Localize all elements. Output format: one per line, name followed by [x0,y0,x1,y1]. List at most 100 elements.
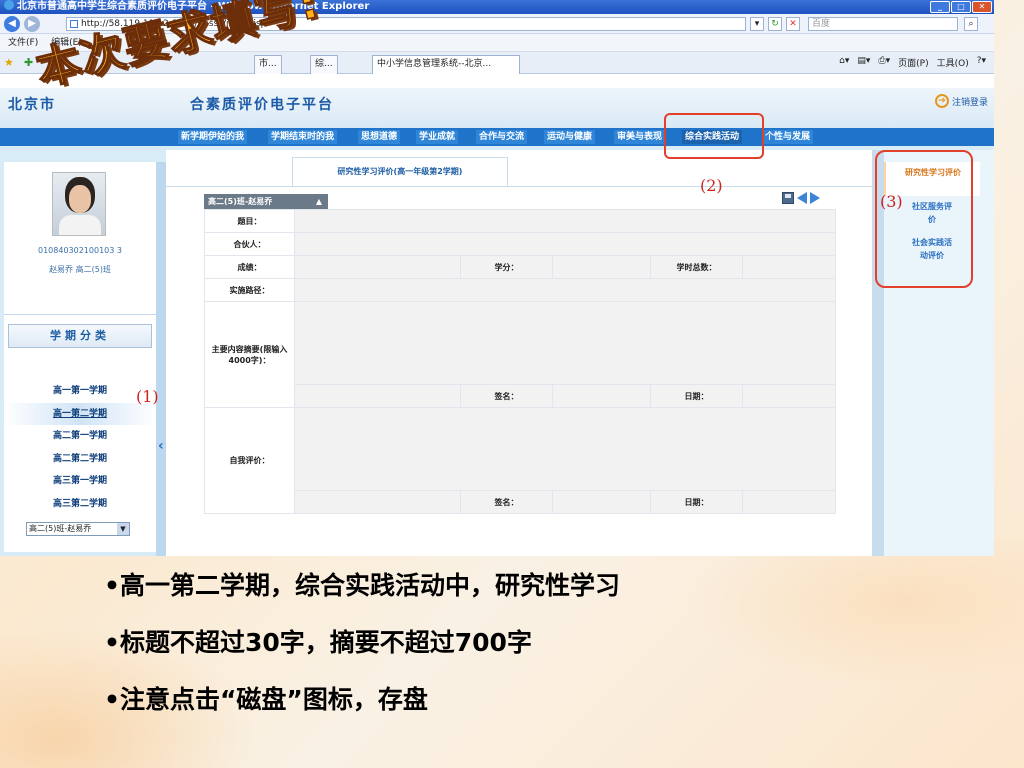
class-student-select[interactable]: 高二(5)班-赵易乔 ▼ [26,522,130,536]
nav-aesthetic[interactable]: 审美与表现 [614,130,666,144]
content-area: 010840302100103 3 赵易乔 高二(5)班 学期分类 高一第一学期… [0,146,994,556]
ie-icon [4,0,14,10]
nav-sports[interactable]: 运动与健康 [544,130,596,144]
annotation-label-1: (1) [136,387,159,406]
score-field[interactable] [294,255,461,279]
add-favorite-icon[interactable]: ✚ [24,56,33,69]
term-item-4[interactable]: 高二第二学期 [4,448,156,471]
student-id: 010840302100103 3 [38,246,122,255]
nav-personality[interactable]: 个性与发展 [762,130,814,144]
nav-term-end[interactable]: 学期结束时的我 [268,130,338,144]
form-panel: 研究性学习评价(高一年级第2学期) 高二(5)班-赵易乔 ▲ 题目： 合伙人： [166,150,872,556]
browser-window: 北京市普通高中学生综合素质评价电子平台 - Windows Internet E… [0,0,994,556]
print-icon[interactable]: ⎙▾ [878,56,890,69]
nav-new-term[interactable]: 新学期伊始的我 [178,130,248,144]
save-disk-icon[interactable] [782,192,794,204]
tools-menu[interactable]: 工具(O) [937,56,969,69]
collapse-up-icon[interactable]: ▲ [316,194,322,209]
site-title-left: 北京市 [8,97,56,113]
student-photo [52,172,106,236]
search-input[interactable]: 百度 [808,17,958,31]
help-icon[interactable]: ?▾ [977,56,986,69]
self-eval-date-label: 日期： [650,490,743,514]
term-category-header: 学期分类 [8,324,152,348]
annotation-label-2: (2) [700,176,723,195]
forward-button[interactable]: ▶ [24,16,40,32]
feeds-icon[interactable]: ▤▾ [857,56,870,69]
tab-2[interactable]: 综... [310,55,338,74]
page-menu[interactable]: 页面(P) [898,56,928,69]
slide-bullets: •高一第二学期，综合实践活动中，研究性学习 •标题不超过30字，摘要不超过700… [104,566,620,737]
credit-field[interactable] [552,255,651,279]
close-button[interactable]: ✕ [972,1,992,13]
main-nav: 新学期伊始的我 学期结束时的我 思想道德 学业成就 合作与交流 运动与健康 审美… [0,128,994,146]
annotation-label-3: (3) [880,192,903,211]
site-header: 北京市 合素质评价电子平台 ➔ 注销登录 [0,88,994,128]
panel-collapse-bar[interactable] [156,162,166,556]
self-eval-label: 自我评价： [204,407,295,514]
summary-blank [294,384,461,408]
tab-1[interactable]: 市... [254,55,282,74]
self-eval-field[interactable] [294,407,836,491]
tab-3[interactable]: 中小学信息管理系统--北京... [372,55,520,74]
url-dropdown[interactable]: ▾ [750,17,764,31]
refresh-icon[interactable]: ↻ [768,17,782,31]
divider [4,314,156,315]
logout-link[interactable]: ➔ 注销登录 [934,94,988,108]
bullet-3: •注意点击“磁盘”图标，存盘 [104,685,428,714]
partner-label: 合伙人： [204,232,295,256]
term-item-1[interactable]: 高一第一学期 [4,380,156,403]
nav-academic[interactable]: 学业成就 [416,130,459,144]
minimize-button[interactable]: _ [930,1,950,13]
self-eval-sign-field[interactable] [552,490,651,514]
topic-label: 题目： [204,209,295,233]
bullet-1: •高一第二学期，综合实践活动中，研究性学习 [104,571,620,600]
term-item-3[interactable]: 高二第一学期 [4,425,156,448]
nav-moral[interactable]: 思想道德 [358,130,401,144]
partner-field[interactable] [294,232,836,256]
stop-icon[interactable]: ✕ [786,17,800,31]
self-eval-date-field[interactable] [742,490,836,514]
self-eval-blank [294,490,461,514]
credit-label: 学分： [460,255,553,279]
back-button[interactable]: ◀ [4,16,20,32]
favorites-star-icon[interactable]: ★ [4,56,14,69]
next-arrow-icon[interactable] [810,192,820,204]
annotation-box-3 [875,150,973,288]
term-list: 高一第一学期 高一第二学期 高二第一学期 高二第二学期 高三第一学期 高三第二学… [4,380,156,516]
collapse-arrow-icon[interactable]: ‹ [158,438,164,454]
research-form-table: 题目： 合伙人： 成绩： 学分： 学时总数： 实施路径： 主要内容摘要(限输入4… [204,209,836,514]
path-field[interactable] [294,278,836,302]
form-tab-line [166,186,872,187]
maximize-button[interactable]: □ [951,1,971,13]
student-tag: 高二(5)班-赵易乔 ▲ [204,194,328,209]
form-actions [782,192,820,204]
chevron-down-icon: ▼ [117,523,129,535]
summary-label: 主要内容摘要(限输入4000字)： [204,301,295,408]
score-label: 成绩： [204,255,295,279]
term-item-5[interactable]: 高三第一学期 [4,470,156,493]
topic-field[interactable] [294,209,836,233]
hours-field[interactable] [742,255,836,279]
home-icon[interactable]: ⌂▾ [839,56,849,69]
bullet-2: •标题不超过30字，摘要不超过700字 [104,628,532,657]
hours-label: 学时总数： [650,255,743,279]
site-title-right: 合素质评价电子平台 [190,97,334,113]
left-panel: 010840302100103 3 赵易乔 高二(5)班 学期分类 高一第一学期… [4,162,156,552]
term-item-2[interactable]: 高一第二学期 [4,402,156,426]
nav-cooperation[interactable]: 合作与交流 [476,130,528,144]
search-icon[interactable]: ⌕ [964,17,978,31]
logout-icon: ➔ [934,94,949,108]
prev-arrow-icon[interactable] [797,192,807,204]
term-item-6[interactable]: 高三第二学期 [4,493,156,516]
annotation-box-2 [664,113,764,159]
summary-sign-field[interactable] [552,384,651,408]
summary-sign-label: 签名： [460,384,553,408]
student-name-class: 赵易乔 高二(5)班 [49,265,111,274]
summary-field[interactable] [294,301,836,385]
summary-date-label: 日期： [650,384,743,408]
self-eval-sign-label: 签名： [460,490,553,514]
path-label: 实施路径： [204,278,295,302]
summary-date-field[interactable] [742,384,836,408]
form-tab-research[interactable]: 研究性学习评价(高一年级第2学期) [292,157,508,187]
